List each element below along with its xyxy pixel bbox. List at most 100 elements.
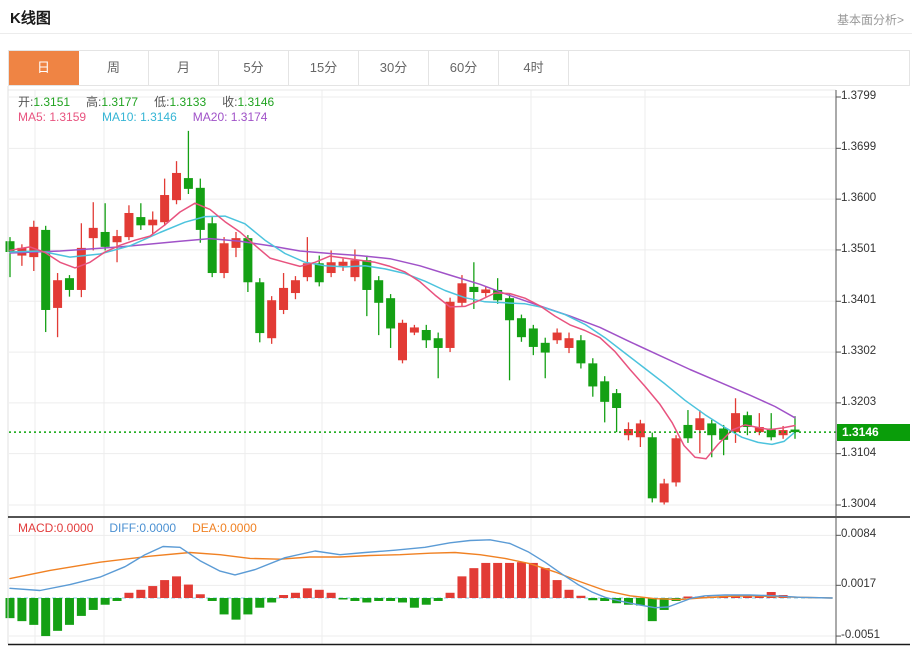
macd-bar xyxy=(148,586,157,598)
macd-bar xyxy=(576,596,585,598)
macd-legend: MACD:0.0000 xyxy=(18,521,93,535)
macd-bar xyxy=(101,598,110,605)
macd-bar xyxy=(113,598,122,601)
macd-bar xyxy=(315,590,324,598)
candle-body xyxy=(255,282,264,333)
candle-body xyxy=(672,438,681,482)
candle-body xyxy=(220,243,229,273)
candle-body xyxy=(374,280,383,303)
macd-legend: MACD:0.0000DIFF:0.0000DEA:0.0000 xyxy=(18,521,273,535)
macd-bar xyxy=(136,590,145,598)
candle-body xyxy=(148,220,157,226)
price-axis-label: 1.3203 xyxy=(841,396,876,408)
candle-body xyxy=(434,338,443,348)
macd-axis-label: -0.0051 xyxy=(841,629,880,641)
candle-body xyxy=(398,323,407,360)
ohlc-close: 收:1.3146 xyxy=(222,95,274,109)
ohlc-open-label: 开: xyxy=(18,95,33,109)
macd-bar xyxy=(231,598,240,620)
candle-body xyxy=(648,437,657,498)
candle-body xyxy=(196,188,205,230)
price-axis-label: 1.3401 xyxy=(841,294,876,306)
candle-body xyxy=(77,248,86,290)
macd-bar xyxy=(362,598,371,602)
macd-bar xyxy=(220,598,229,614)
ohlc-low: 低:1.3133 xyxy=(154,95,206,109)
candle-body xyxy=(243,238,252,282)
macd-bar xyxy=(53,598,62,631)
macd-bar xyxy=(291,593,300,598)
candle-body xyxy=(422,330,431,340)
candle-body xyxy=(576,340,585,363)
dea-line xyxy=(10,553,832,600)
candle-body xyxy=(231,238,240,248)
macd-bar xyxy=(196,594,205,598)
macd-bar xyxy=(41,598,50,636)
candle-body xyxy=(529,328,538,346)
ohlc-close-value: 1.3146 xyxy=(237,95,274,109)
candle-body xyxy=(517,318,526,337)
candle-body xyxy=(208,223,217,273)
macd-bar xyxy=(422,598,431,605)
price-axis-label: 1.3501 xyxy=(841,243,876,255)
ohlc-low-label: 低: xyxy=(154,95,169,109)
candle-body xyxy=(707,423,716,435)
candle-body xyxy=(350,260,359,277)
macd-bar xyxy=(493,563,502,598)
price-axis-label: 1.3104 xyxy=(841,447,876,459)
price-axis-label: 1.3699 xyxy=(841,141,876,153)
macd-bar xyxy=(434,598,443,601)
macd-bar xyxy=(541,568,550,598)
macd-bar xyxy=(386,598,395,601)
candle-body xyxy=(588,363,597,386)
macd-axis-label: 0.0017 xyxy=(841,578,876,590)
macd-bar xyxy=(255,598,264,608)
candle-body xyxy=(565,338,574,348)
macd-bar xyxy=(553,580,562,598)
macd-bar xyxy=(410,598,419,608)
candle-body xyxy=(612,393,621,408)
macd-bar xyxy=(160,580,169,598)
macd-bar xyxy=(6,598,15,618)
macd-bar xyxy=(29,598,38,625)
candle-body xyxy=(362,260,371,290)
candle-body xyxy=(457,283,466,303)
candle-body xyxy=(184,178,193,189)
candle-body xyxy=(101,232,110,247)
candle-body xyxy=(636,423,645,437)
candle-body xyxy=(136,217,145,225)
candle-body xyxy=(327,262,336,273)
candle-body xyxy=(541,343,550,353)
ohlc-low-value: 1.3133 xyxy=(169,95,206,109)
macd-axis-label: 0.0084 xyxy=(841,528,876,540)
candle-body xyxy=(695,418,704,430)
macd-bar xyxy=(279,595,288,598)
diff-legend: DIFF:0.0000 xyxy=(109,521,176,535)
candle-body xyxy=(469,287,478,292)
ohlc-high: 高:1.3177 xyxy=(86,95,138,109)
macd-bar xyxy=(398,598,407,602)
candle-body xyxy=(660,483,669,502)
price-axis-label: 1.3600 xyxy=(841,192,876,204)
candle-body xyxy=(410,327,419,332)
macd-bar xyxy=(243,598,252,614)
macd-bar xyxy=(184,585,193,598)
candle-body xyxy=(339,262,348,266)
ohlc-high-value: 1.3177 xyxy=(101,95,138,109)
candle-body xyxy=(315,263,324,282)
macd-bar xyxy=(267,598,276,602)
macd-bar xyxy=(303,588,312,598)
candle-body xyxy=(41,230,50,310)
ohlc-open-value: 1.3151 xyxy=(33,95,70,109)
candle-body xyxy=(89,228,98,238)
candle-body xyxy=(446,302,455,348)
macd-bar xyxy=(743,597,752,598)
candle-body xyxy=(600,381,609,402)
candle-body xyxy=(267,300,276,338)
macd-bar xyxy=(17,598,26,621)
price-axis-label: 1.3799 xyxy=(841,90,876,102)
price-axis-label: 1.3302 xyxy=(841,345,876,357)
ma5-legend: MA5: 1.3159 xyxy=(18,110,86,124)
macd-bar xyxy=(339,598,348,599)
macd-bar xyxy=(350,598,359,601)
